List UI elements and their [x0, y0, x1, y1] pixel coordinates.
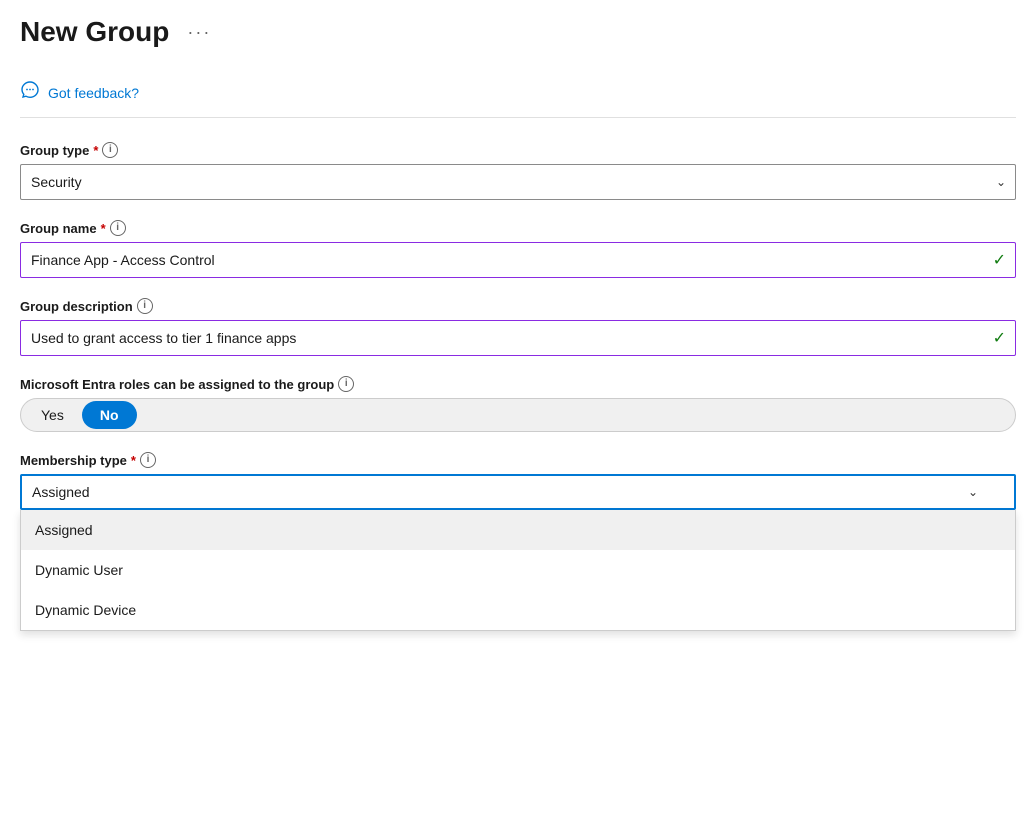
- group-type-label: Group type * i: [20, 142, 1016, 158]
- group-type-select[interactable]: Security: [20, 164, 1016, 200]
- membership-type-select[interactable]: Assigned ⌄: [20, 474, 1016, 510]
- required-indicator: *: [93, 143, 98, 158]
- dropdown-item-dynamic-user[interactable]: Dynamic User: [21, 550, 1015, 590]
- group-description-label: Group description i: [20, 298, 1016, 314]
- required-indicator: *: [131, 453, 136, 468]
- membership-chevron-icon: ⌄: [968, 485, 978, 499]
- group-name-check-icon: ✓: [993, 250, 1006, 270]
- membership-type-dropdown-wrapper: Assigned ⌄ Assigned Dynamic User Dynamic…: [20, 474, 1016, 510]
- membership-type-info-icon[interactable]: i: [140, 452, 156, 468]
- feedback-bar: Got feedback?: [20, 68, 1016, 118]
- ellipsis-menu-button[interactable]: ···: [181, 18, 217, 47]
- entra-roles-label: Microsoft Entra roles can be assigned to…: [20, 376, 1016, 392]
- dropdown-item-dynamic-device[interactable]: Dynamic Device: [21, 590, 1015, 630]
- page-header: New Group ···: [20, 16, 1016, 48]
- page-container: New Group ··· Got feedback? Group type *…: [0, 0, 1036, 832]
- dropdown-item-assigned[interactable]: Assigned: [21, 510, 1015, 550]
- membership-type-label: Membership type * i: [20, 452, 1016, 468]
- required-indicator: *: [101, 221, 106, 236]
- membership-type-section: Membership type * i Assigned ⌄ Assigned …: [20, 452, 1016, 510]
- membership-type-dropdown-menu: Assigned Dynamic User Dynamic Device: [20, 510, 1016, 631]
- group-type-info-icon[interactable]: i: [102, 142, 118, 158]
- group-description-info-icon[interactable]: i: [137, 298, 153, 314]
- group-type-section: Group type * i Security ⌄: [20, 142, 1016, 200]
- group-description-input[interactable]: [20, 320, 1016, 356]
- group-description-section: Group description i ✓: [20, 298, 1016, 356]
- group-type-dropdown[interactable]: Security ⌄: [20, 164, 1016, 200]
- group-name-input-wrapper: ✓: [20, 242, 1016, 278]
- entra-roles-yes-option[interactable]: Yes: [23, 401, 82, 429]
- entra-roles-no-option[interactable]: No: [82, 401, 137, 429]
- group-name-info-icon[interactable]: i: [110, 220, 126, 236]
- entra-roles-info-icon[interactable]: i: [338, 376, 354, 392]
- group-description-input-wrapper: ✓: [20, 320, 1016, 356]
- entra-roles-toggle[interactable]: Yes No: [20, 398, 1016, 432]
- group-name-section: Group name * i ✓: [20, 220, 1016, 278]
- feedback-icon: [20, 80, 40, 105]
- feedback-link[interactable]: Got feedback?: [48, 85, 139, 101]
- page-title: New Group: [20, 16, 169, 48]
- group-description-check-icon: ✓: [993, 328, 1006, 348]
- group-name-label: Group name * i: [20, 220, 1016, 236]
- group-name-input[interactable]: [20, 242, 1016, 278]
- entra-roles-section: Microsoft Entra roles can be assigned to…: [20, 376, 1016, 432]
